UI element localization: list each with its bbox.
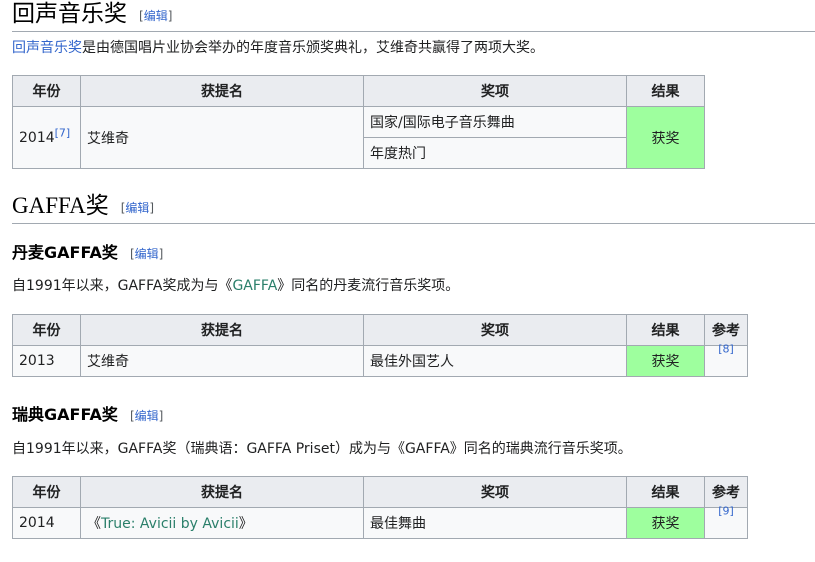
col-header-year: 年份 [12, 476, 81, 508]
reference-link[interactable]: [9] [718, 504, 734, 517]
col-header-ref: 参考 [704, 476, 748, 508]
subsection-title: 瑞典GAFFA奖 [12, 405, 118, 424]
subsection-intro: 自1991年以来，GAFFA奖成为与《GAFFA》同名的丹麦流行音乐奖项。 [12, 276, 459, 296]
award-cell: 国家/国际电子音乐舞曲 [363, 106, 627, 138]
result-won-cell: 获奖 [626, 345, 705, 377]
award-cell: 最佳外国艺人 [363, 345, 627, 377]
result-won-cell: 获奖 [626, 106, 705, 169]
table-row: 2013 艾维奇 最佳外国艺人 获奖 [8] [12, 343, 748, 377]
subsection-heading-swedish: 瑞典GAFFA奖 [编辑] [12, 404, 163, 427]
col-header-year: 年份 [12, 314, 81, 346]
danish-gaffa-table: 年份 获提名 奖项 结果 参考 2013 艾维奇 最佳外国艺人 获奖 [8] [12, 314, 748, 377]
echo-award-link[interactable]: 回声音乐奖 [12, 40, 82, 56]
col-header-award: 奖项 [363, 314, 627, 346]
section-heading-gaffa: GAFFA奖 [编辑] [12, 192, 815, 224]
col-header-nominee: 获提名 [80, 476, 364, 508]
section-heading-echo: 回声音乐奖 [编辑] [12, 0, 815, 32]
table-header-row: 年份 获提名 奖项 结果 [12, 75, 705, 107]
intro-text: 自1991年以来，GAFFA奖成为与《 [12, 278, 233, 294]
edit-link[interactable]: 编辑 [144, 9, 168, 23]
gaffa-link[interactable]: GAFFA [232, 278, 277, 294]
edit-link[interactable]: 编辑 [125, 201, 149, 215]
table-row: 2014 《True: Avicii by Avicii》 最佳舞曲 获奖 [9… [12, 505, 748, 539]
intro-text: 是由德国唱片业协会举办的年度音乐颁奖典礼，艾维奇共赢得了两项大奖。 [82, 40, 544, 56]
award-cell: 年度热门 [363, 137, 627, 169]
nominee-bracket: 》 [238, 516, 253, 532]
table-header-row: 年份 获提名 奖项 结果 参考 [12, 476, 748, 508]
result-won-cell: 获奖 [626, 507, 705, 539]
year-cell: 2014[7] [12, 106, 81, 169]
col-header-result: 结果 [626, 476, 705, 508]
edit-section: [编辑] [129, 246, 164, 261]
section-title: GAFFA奖 [12, 193, 109, 218]
year-cell: 2013 [12, 345, 81, 377]
edit-section: [编辑] [139, 8, 173, 23]
swedish-gaffa-table: 年份 获提名 奖项 结果 参考 2014 《True: Avicii by Av… [12, 476, 748, 539]
year-value: 2014 [19, 129, 55, 146]
award-cell: 最佳舞曲 [363, 507, 627, 539]
ref-cell: [8] [704, 343, 748, 377]
col-header-result: 结果 [626, 314, 705, 346]
col-header-year: 年份 [12, 75, 81, 107]
subsection-heading-danish: 丹麦GAFFA奖 [编辑] [12, 242, 163, 265]
section-intro: 回声音乐奖是由德国唱片业协会举办的年度音乐颁奖典礼，艾维奇共赢得了两项大奖。 [12, 38, 544, 58]
subsection-title: 丹麦GAFFA奖 [12, 243, 118, 262]
col-header-result: 结果 [626, 75, 705, 107]
nominee-bracket: 《 [87, 516, 101, 532]
edit-link[interactable]: 编辑 [135, 247, 159, 261]
col-header-nominee: 获提名 [80, 314, 364, 346]
intro-text: 》同名的丹麦流行音乐奖项。 [277, 278, 460, 294]
section-title: 回声音乐奖 [12, 1, 127, 26]
table-row: 2014[7] 艾维奇 国家/国际电子音乐舞曲 获奖 [12, 106, 705, 169]
nominee-cell: 艾维奇 [80, 345, 364, 377]
ref-cell: [9] [704, 505, 748, 539]
year-cell: 2014 [12, 507, 81, 539]
album-link[interactable]: True: Avicii by Avicii [101, 516, 239, 532]
echo-awards-table: 年份 获提名 奖项 结果 2014[7] 艾维奇 国家/国际电子音乐舞曲 获奖 … [12, 75, 705, 169]
nominee-cell: 《True: Avicii by Avicii》 [80, 507, 364, 539]
article-page: 回声音乐奖 [编辑] 回声音乐奖是由德国唱片业协会举办的年度音乐颁奖典礼，艾维奇共… [0, 0, 815, 562]
edit-section: [编辑] [129, 408, 164, 423]
edit-section: [编辑] [120, 200, 155, 215]
edit-link[interactable]: 编辑 [135, 409, 159, 423]
col-header-ref: 参考 [704, 314, 748, 346]
subsection-intro: 自1991年以来，GAFFA奖（瑞典语：GAFFA Priset）成为与《GAF… [12, 441, 632, 457]
col-header-nominee: 获提名 [80, 75, 364, 107]
reference-link[interactable]: [8] [718, 342, 734, 355]
col-header-award: 奖项 [363, 476, 627, 508]
nominee-cell: 艾维奇 [80, 106, 364, 169]
table-header-row: 年份 获提名 奖项 结果 参考 [12, 314, 748, 346]
reference-link[interactable]: [7] [55, 126, 71, 139]
col-header-award: 奖项 [363, 75, 627, 107]
